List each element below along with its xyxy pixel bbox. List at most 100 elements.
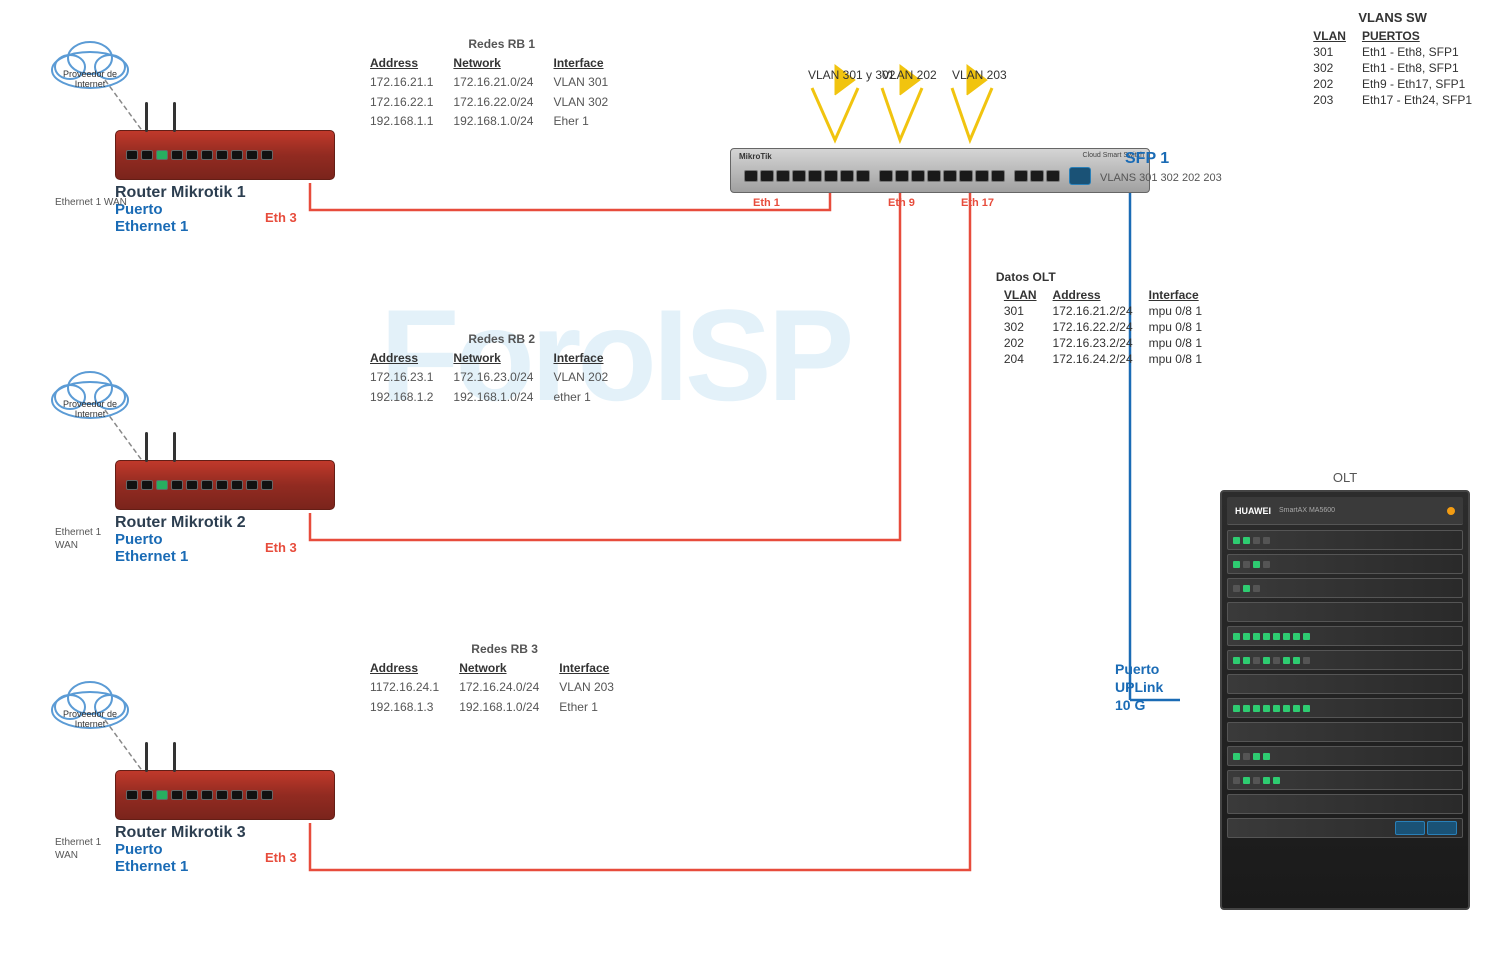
- rb2-iface-2: ether 1: [553, 388, 633, 407]
- switch-logo: MikroTik: [739, 152, 772, 161]
- olt-vlan-302: 302: [996, 319, 1045, 335]
- rb3-address-header: Address: [370, 659, 439, 678]
- vlan-302: 302: [1305, 60, 1354, 76]
- router-3-device: Router Mikrotik 3 PuertoEthernet 1: [115, 770, 335, 875]
- rb2-addr-2: 192.168.1.2: [370, 388, 433, 407]
- rb2-iface-1: VLAN 202: [553, 368, 633, 387]
- redes-rb3-title: Redes RB 3: [370, 640, 639, 659]
- router3-eth1-wan: Ethernet 1WAN: [55, 836, 101, 862]
- switch-eth9-label: Eth 9: [888, 197, 915, 209]
- rb1-network-header: Network: [453, 54, 533, 73]
- rb1-address-header: Address: [370, 54, 433, 73]
- rb3-addr-2: 192.168.1.3: [370, 698, 439, 717]
- redes-rb1-title: Redes RB 1: [370, 35, 633, 54]
- puertos-302: Eth1 - Eth8, SFP1: [1354, 60, 1480, 76]
- rb3-network-header: Network: [459, 659, 539, 678]
- olt-addr-301: 172.16.21.2/24: [1045, 303, 1141, 319]
- rb1-interface-header: Interface: [553, 54, 633, 73]
- puertos-col-header: PUERTOS: [1354, 28, 1480, 44]
- olt-interface-header: Interface: [1141, 287, 1210, 303]
- puertos-301: Eth1 - Eth8, SFP1: [1354, 44, 1480, 60]
- olt-brand: HUAWEI: [1235, 506, 1271, 516]
- table-row: 202 Eth9 - Eth17, SFP1: [1305, 76, 1480, 92]
- rb2-interface-header: Interface: [553, 349, 633, 368]
- router1-eth3: Eth 3: [265, 210, 297, 225]
- svg-text:Internet: Internet: [75, 409, 106, 419]
- rb1-addr-1: 172.16.21.1: [370, 73, 433, 92]
- rb2-network-header: Network: [453, 349, 533, 368]
- vlan-col-header: VLAN: [1305, 28, 1354, 44]
- router-1-device: Router Mikrotik 1 PuertoEthernet 1: [115, 130, 335, 235]
- rb2-addr-1: 172.16.23.1: [370, 368, 433, 387]
- olt-data-table: Datos OLT VLAN Address Interface 301 172…: [996, 270, 1210, 367]
- rb1-iface-2: VLAN 302: [553, 93, 633, 112]
- olt-address-header: Address: [1045, 287, 1141, 303]
- router2-title: Router Mikrotik 2: [115, 514, 335, 532]
- cloud-2: Proveedor de Internet: [45, 355, 135, 425]
- table-row: 202 172.16.23.2/24 mpu 0/8 1: [996, 335, 1210, 351]
- rb3-iface-1: VLAN 203: [559, 678, 639, 697]
- rb3-net-1: 172.16.24.0/24: [459, 678, 539, 697]
- rb1-net-2: 172.16.22.0/24: [453, 93, 533, 112]
- olt-addr-204: 172.16.24.2/24: [1045, 351, 1141, 367]
- switch-eth17-label: Eth 17: [961, 197, 994, 209]
- rb1-addr-3: 192.168.1.1: [370, 112, 433, 131]
- rb3-addr-1: 1172.16.24.1: [370, 678, 439, 697]
- olt-addr-302: 172.16.22.2/24: [1045, 319, 1141, 335]
- redes-rb2-title: Redes RB 2: [370, 330, 633, 349]
- router2-eth1-wan: Ethernet 1WAN: [55, 526, 101, 552]
- svg-text:Internet: Internet: [75, 79, 106, 89]
- olt-vlan-204: 204: [996, 351, 1045, 367]
- router3-puerto: PuertoEthernet 1: [115, 842, 335, 875]
- rb3-net-2: 192.168.1.0/24: [459, 698, 539, 717]
- router1-title: Router Mikrotik 1: [115, 184, 335, 202]
- cloud-3: Proveedor de Internet: [45, 665, 135, 735]
- table-row: 204 172.16.24.2/24 mpu 0/8 1: [996, 351, 1210, 367]
- vlan-table-title: VLANS SW: [1305, 10, 1480, 25]
- router2-eth3: Eth 3: [265, 540, 297, 555]
- table-row: 302 Eth1 - Eth8, SFP1: [1305, 60, 1480, 76]
- rb2-net-2: 192.168.1.0/24: [453, 388, 533, 407]
- vlan-301: 301: [1305, 44, 1354, 60]
- olt-datos-title: Datos OLT: [996, 270, 1210, 284]
- router1-puerto: PuertoEthernet 1: [115, 202, 335, 235]
- puertos-203: Eth17 - Eth24, SFP1: [1354, 92, 1480, 108]
- switch-device: MikroTik Cloud Smart Switch: [730, 148, 1150, 193]
- olt-device: OLT HUAWEI SmartAX MA5600: [1220, 470, 1470, 910]
- svg-text:Proveedor de: Proveedor de: [63, 69, 117, 79]
- olt-uplink-label: PuertoUPLink10 G: [1115, 660, 1163, 715]
- olt-label: OLT: [1220, 470, 1470, 485]
- rb3-iface-2: Ether 1: [559, 698, 639, 717]
- vlan-203: 203: [1305, 92, 1354, 108]
- table-row: 203 Eth17 - Eth24, SFP1: [1305, 92, 1480, 108]
- rb1-iface-1: VLAN 301: [553, 73, 633, 92]
- router2-puerto: PuertoEthernet 1: [115, 532, 335, 565]
- sfp1-vlans: VLANS 301 302 202 203: [1100, 172, 1222, 184]
- olt-iface-302: mpu 0/8 1: [1141, 319, 1210, 335]
- router3-eth3: Eth 3: [265, 850, 297, 865]
- vlan-table: VLANS SW VLAN PUERTOS 301 Eth1 - Eth8, S…: [1305, 10, 1480, 108]
- rb1-addr-2: 172.16.22.1: [370, 93, 433, 112]
- olt-vlan-header: VLAN: [996, 287, 1045, 303]
- sfp1-label: SFP 1: [1125, 150, 1169, 168]
- rb1-net-3: 192.168.1.0/24: [453, 112, 533, 131]
- router1-eth1-wan: Ethernet 1 WAN: [55, 196, 127, 209]
- table-row: 301 Eth1 - Eth8, SFP1: [1305, 44, 1480, 60]
- olt-vlan-202: 202: [996, 335, 1045, 351]
- vlan-203-label: VLAN 203: [952, 68, 1007, 82]
- table-row: 301 172.16.21.2/24 mpu 0/8 1: [996, 303, 1210, 319]
- rb3-interface-header: Interface: [559, 659, 639, 678]
- rb1-net-1: 172.16.21.0/24: [453, 73, 533, 92]
- redes-rb2: Redes RB 2 Address 172.16.23.1 192.168.1…: [370, 330, 633, 407]
- olt-vlan-301: 301: [996, 303, 1045, 319]
- olt-led: [1447, 507, 1455, 515]
- redes-rb1: Redes RB 1 Address 172.16.21.1 172.16.22…: [370, 35, 633, 131]
- table-row: 302 172.16.22.2/24 mpu 0/8 1: [996, 319, 1210, 335]
- svg-text:Proveedor de: Proveedor de: [63, 709, 117, 719]
- olt-iface-301: mpu 0/8 1: [1141, 303, 1210, 319]
- diagram-container: ForoISP: [0, 0, 1500, 971]
- olt-model: SmartAX MA5600: [1279, 507, 1335, 514]
- cloud-1: Proveedor de Internet: [45, 25, 135, 95]
- rb1-iface-3: Eher 1: [553, 112, 633, 131]
- olt-addr-202: 172.16.23.2/24: [1045, 335, 1141, 351]
